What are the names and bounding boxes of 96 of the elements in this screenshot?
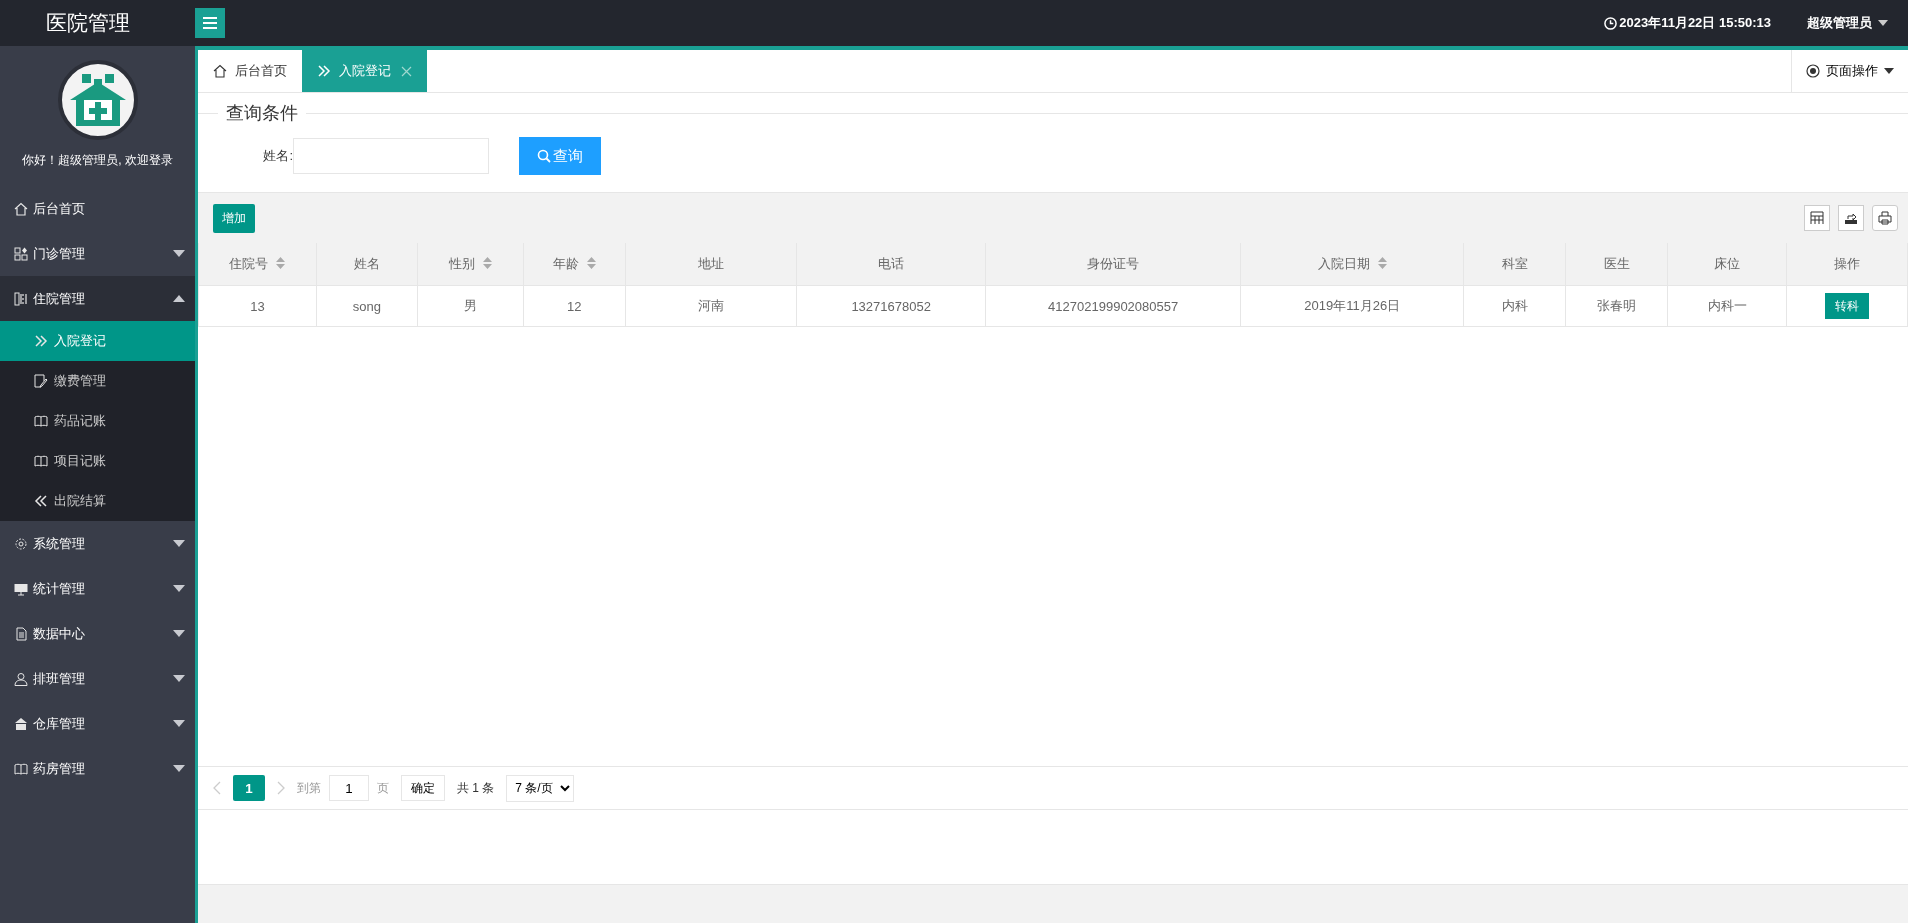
sort-icon <box>276 257 286 269</box>
column-header[interactable]: 入院日期 <box>1240 243 1464 286</box>
column-header[interactable]: 科室 <box>1463 243 1566 286</box>
caret-down-icon <box>173 585 185 592</box>
date-time: 2023年11月22日 15:50:13 <box>1619 14 1771 32</box>
double-chevron-right-icon <box>317 64 331 78</box>
transfer-button[interactable]: 转科 <box>1825 293 1870 319</box>
sidebar-item[interactable]: 数据中心 <box>0 611 195 656</box>
sidebar-item[interactable]: 统计管理 <box>0 566 195 611</box>
sidebar-subitem[interactable]: 药品记账 <box>0 401 195 441</box>
name-label: 姓名: <box>262 147 293 165</box>
user-menu[interactable]: 超级管理员 <box>1801 13 1894 33</box>
sidebar-item[interactable]: 排班管理 <box>0 656 195 701</box>
sort-icon <box>482 257 492 269</box>
radio-icon <box>1806 64 1820 78</box>
columns-button[interactable] <box>1804 205 1830 231</box>
sort-icon <box>1377 257 1387 269</box>
sort-icon <box>586 257 596 269</box>
sidebar-item[interactable]: 后台首页 <box>0 186 195 231</box>
double-chevron-left-icon <box>34 494 48 508</box>
document-icon <box>14 626 28 641</box>
total-count: 共 1 条 <box>457 779 495 797</box>
table-cell: 张春明 <box>1565 285 1668 327</box>
export-button[interactable] <box>1838 205 1864 231</box>
query-legend: 查询条件 <box>218 101 306 125</box>
name-input-field[interactable] <box>293 138 489 174</box>
sidebar-subitem[interactable]: 出院结算 <box>0 481 195 521</box>
page-tab[interactable]: 后台首页 <box>198 50 302 92</box>
column-header[interactable]: 医生 <box>1565 243 1668 286</box>
table-cell: 内科一 <box>1667 285 1787 327</box>
column-header[interactable]: 操作 <box>1786 243 1908 286</box>
sidebar-item[interactable]: 门诊管理 <box>0 231 195 276</box>
column-header[interactable]: 地址 <box>625 243 797 286</box>
confirm-button[interactable]: 确定 <box>401 775 445 801</box>
columns-icon <box>14 291 28 306</box>
caret-down-icon <box>173 675 185 682</box>
caret-down-icon <box>173 250 185 257</box>
caret-down-icon <box>173 720 185 727</box>
column-header[interactable]: 住院号 <box>198 243 317 286</box>
sidebar-subitem[interactable]: 项目记账 <box>0 441 195 481</box>
book-icon <box>34 414 48 428</box>
monitor-icon <box>14 581 28 596</box>
caret-down-icon <box>173 540 185 547</box>
caret-down-icon <box>173 630 185 637</box>
print-icon <box>1878 211 1892 225</box>
table-cell: 412702199902080557 <box>985 285 1241 327</box>
table-cell: song <box>316 285 418 327</box>
column-header[interactable]: 性别 <box>417 243 524 286</box>
sidebar-subitem[interactable]: 缴费管理 <box>0 361 195 401</box>
app-title: 医院管理 <box>44 10 131 36</box>
table-cell: 12 <box>523 285 626 327</box>
sidebar-item[interactable]: 住院管理 <box>0 276 195 321</box>
caret-up-icon <box>173 295 185 302</box>
sidebar-item[interactable]: 仓库管理 <box>0 701 195 746</box>
clock-icon <box>1604 16 1618 30</box>
column-header[interactable]: 姓名 <box>316 243 418 286</box>
table-cell: 内科 <box>1463 285 1566 327</box>
user-icon <box>14 671 28 686</box>
table-cell: 男 <box>417 285 524 327</box>
close-icon[interactable] <box>401 65 412 77</box>
caret-down-icon <box>173 765 185 772</box>
table-cell: 13271678052 <box>796 285 986 327</box>
table-cell: 河南 <box>625 285 797 327</box>
add-button[interactable]: 增加 <box>213 203 255 233</box>
home-icon <box>14 201 28 216</box>
welcome-text: 你好！超级管理员, 欢迎登录 <box>22 152 173 169</box>
grid-icon <box>14 246 28 261</box>
edit-icon <box>34 374 48 388</box>
table-cell: 2019年11月26日 <box>1240 285 1464 327</box>
book-icon <box>14 761 28 776</box>
print-button[interactable] <box>1872 205 1898 231</box>
double-chevron-right-icon <box>34 334 48 348</box>
sidebar-subitem[interactable]: 入院登记 <box>0 321 195 361</box>
page-unit-label: 页 <box>377 779 389 797</box>
goto-label: 到第 <box>297 779 321 797</box>
column-header[interactable]: 年龄 <box>523 243 626 286</box>
caret-icon <box>1878 20 1888 26</box>
grid-icon <box>1810 211 1824 225</box>
settings-icon <box>14 536 28 551</box>
sidebar-item[interactable]: 药房管理 <box>0 746 195 791</box>
page-input-field[interactable]: 1 <box>329 775 369 801</box>
table-cell: 13 <box>198 285 317 327</box>
page-number[interactable]: 1 <box>233 775 265 801</box>
search-icon <box>537 149 551 163</box>
column-header[interactable]: 电话 <box>796 243 986 286</box>
building-icon <box>14 716 28 731</box>
column-header[interactable]: 床位 <box>1667 243 1787 286</box>
home-icon <box>213 64 227 78</box>
menu-icon <box>203 17 217 29</box>
page-size-select[interactable]: 7 条/页 <box>506 774 575 802</box>
export-icon <box>1844 211 1858 225</box>
menu-button[interactable] <box>195 8 225 38</box>
book-icon <box>34 454 48 468</box>
caret-icon <box>1884 68 1894 74</box>
sidebar-item[interactable]: 系统管理 <box>0 521 195 566</box>
column-header[interactable]: 身份证号 <box>985 243 1241 286</box>
